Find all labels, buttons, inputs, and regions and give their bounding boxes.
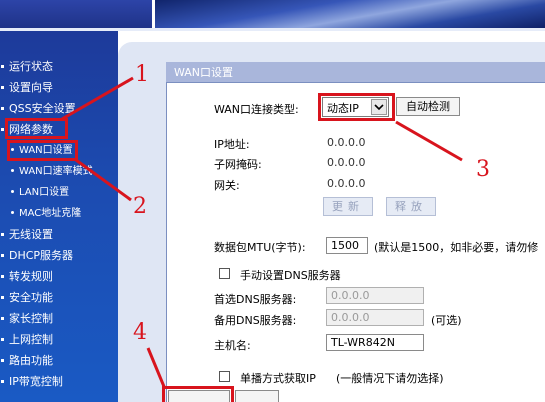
- annotation-arrows: [61, 76, 463, 390]
- annotation-number-3: 3: [476, 157, 490, 182]
- annotation-number-4: 4: [133, 320, 147, 345]
- annotation-number-2: 2: [133, 194, 147, 219]
- annotation-number-1: 1: [135, 62, 149, 87]
